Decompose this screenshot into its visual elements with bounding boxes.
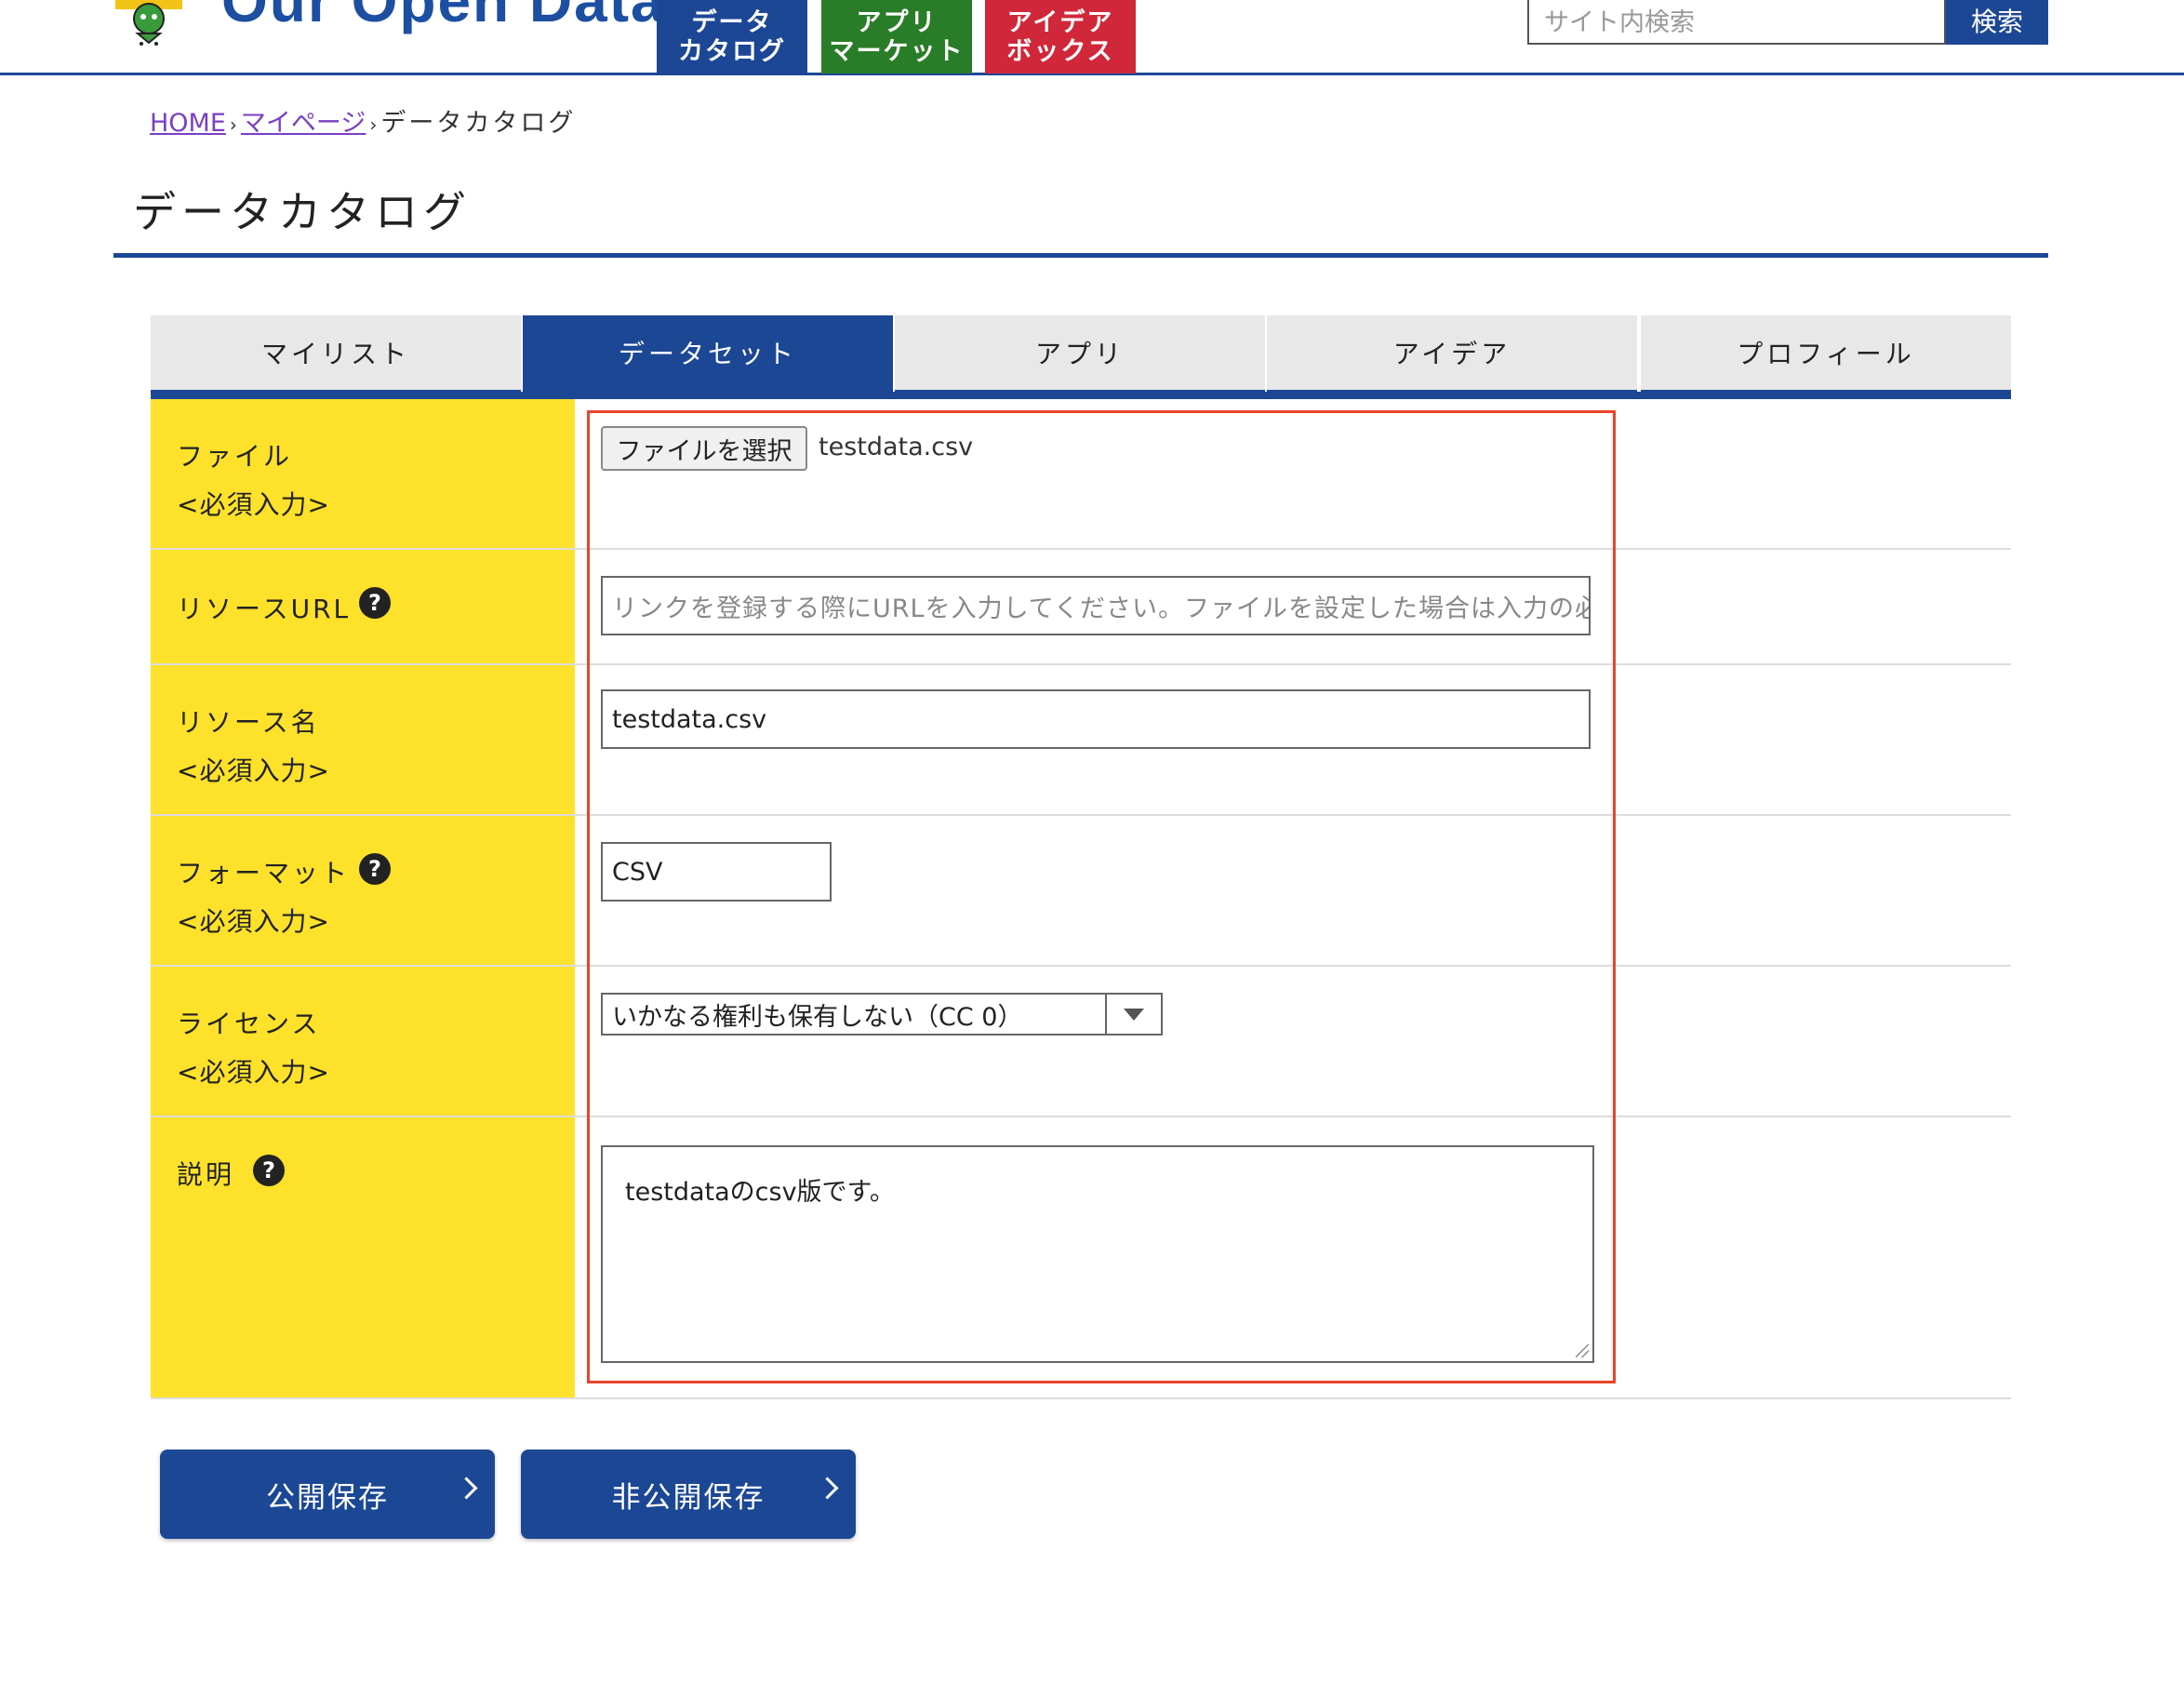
title-divider xyxy=(113,253,2048,258)
breadcrumb-separator: › xyxy=(229,114,237,136)
resource-form: ファイル <必須入力> ファイルを選択 testdata.csv リソースURL… xyxy=(151,399,2011,1399)
tab-idea[interactable]: アイデア xyxy=(1267,315,1637,394)
license-selected-value: いかなる権利も保有しない（CC 0） xyxy=(612,1002,1023,1032)
license-label: ライセンス xyxy=(177,1009,321,1039)
breadcrumb-mypage-link[interactable]: マイページ xyxy=(241,109,366,138)
page-title: データカタログ xyxy=(133,187,472,237)
nav-data-catalog-line1: データ xyxy=(691,7,773,37)
description-textarea[interactable]: testdataのcsv版です。 xyxy=(601,1145,1594,1363)
mypage-tabs: マイリスト データセット アプリ アイデア プロフィール xyxy=(151,315,2011,394)
site-logo-text[interactable]: Our Open Data xyxy=(221,0,666,35)
help-icon[interactable]: ? xyxy=(359,853,391,885)
description-text: testdataのcsv版です。 xyxy=(625,1178,895,1207)
form-row-resource-name: リソース名 <必須入力> testdata.csv xyxy=(151,665,2011,816)
resize-grip-icon[interactable] xyxy=(1576,1344,1589,1357)
tab-mylist[interactable]: マイリスト xyxy=(151,315,521,394)
help-icon[interactable]: ? xyxy=(359,587,391,619)
form-row-file: ファイル <必須入力> ファイルを選択 testdata.csv xyxy=(151,399,2011,550)
breadcrumb-home-link[interactable]: HOME xyxy=(150,109,226,138)
site-search-input[interactable]: サイト内検索 xyxy=(1527,0,1946,45)
required-mark: <必須入力> xyxy=(177,906,330,937)
form-label-cell: ファイル <必須入力> xyxy=(151,399,575,548)
nav-app-market-line2: マーケット xyxy=(829,36,965,66)
form-label-cell: ライセンス <必須入力> xyxy=(151,967,575,1116)
file-label: ファイル xyxy=(177,441,293,472)
nav-data-catalog[interactable]: データ カタログ xyxy=(657,0,807,73)
nav-idea-box[interactable]: アイデア ボックス xyxy=(985,0,1136,73)
form-row-resource-url: リソースURL ? リンクを登録する際にURLを入力してください。ファイルを設定… xyxy=(151,550,2011,665)
breadcrumb-current: データカタログ xyxy=(380,109,577,138)
chevron-right-icon xyxy=(816,1477,839,1500)
form-label-cell: 説明 ? xyxy=(151,1117,575,1397)
form-row-format: フォーマット ? <必須入力> CSV xyxy=(151,816,2011,967)
form-label-cell: リソース名 <必須入力> xyxy=(151,665,575,814)
site-header: Our Open Data データ カタログ アプリ マーケット アイデア ボッ… xyxy=(0,0,2184,75)
tab-app[interactable]: アプリ xyxy=(895,315,1265,394)
breadcrumb-separator: › xyxy=(369,114,378,136)
form-label-cell: リソースURL ? xyxy=(151,550,575,663)
resource-name-input[interactable]: testdata.csv xyxy=(601,689,1591,749)
tab-profile[interactable]: プロフィール xyxy=(1641,315,2011,394)
nav-app-market[interactable]: アプリ マーケット xyxy=(821,0,972,73)
private-save-label: 非公開保存 xyxy=(611,1480,766,1515)
choose-file-button[interactable]: ファイルを選択 xyxy=(601,426,807,471)
required-mark: <必須入力> xyxy=(177,755,330,786)
nav-data-catalog-line2: カタログ xyxy=(678,36,786,66)
site-search-button[interactable]: 検索 xyxy=(1946,0,2048,45)
form-row-description: 説明 ? testdataのcsv版です。 xyxy=(151,1117,2011,1399)
nav-app-market-line1: アプリ xyxy=(856,7,938,37)
format-label: フォーマット xyxy=(177,858,351,889)
required-mark: <必須入力> xyxy=(177,489,330,520)
nav-idea-box-line2: ボックス xyxy=(1006,36,1114,66)
description-label: 説明 xyxy=(177,1159,235,1190)
public-save-button[interactable]: 公開保存 xyxy=(160,1450,495,1539)
nav-idea-box-line1: アイデア xyxy=(1006,7,1114,37)
resource-name-label: リソース名 xyxy=(177,707,320,738)
selected-file-name: testdata.csv xyxy=(819,433,974,461)
private-save-button[interactable]: 非公開保存 xyxy=(521,1450,856,1539)
chevron-right-icon xyxy=(455,1477,478,1500)
breadcrumb: HOME › マイページ › データカタログ xyxy=(150,102,576,139)
logo-mascot-icon[interactable] xyxy=(112,0,186,47)
public-save-label: 公開保存 xyxy=(266,1480,389,1515)
chevron-down-icon[interactable] xyxy=(1105,995,1161,1034)
form-label-cell: フォーマット ? <必須入力> xyxy=(151,816,575,965)
help-icon[interactable]: ? xyxy=(253,1155,285,1186)
tab-dataset[interactable]: データセット xyxy=(523,315,893,394)
required-mark: <必須入力> xyxy=(177,1057,330,1088)
resource-url-label: リソースURL xyxy=(177,594,352,624)
tab-underline-bar xyxy=(151,392,2011,399)
resource-url-input[interactable]: リンクを登録する際にURLを入力してください。ファイルを設定した場合は入力の必 xyxy=(601,576,1591,635)
license-select[interactable]: いかなる権利も保有しない（CC 0） xyxy=(601,993,1163,1036)
form-row-license: ライセンス <必須入力> いかなる権利も保有しない（CC 0） xyxy=(151,967,2011,1117)
format-input[interactable]: CSV xyxy=(601,842,832,902)
